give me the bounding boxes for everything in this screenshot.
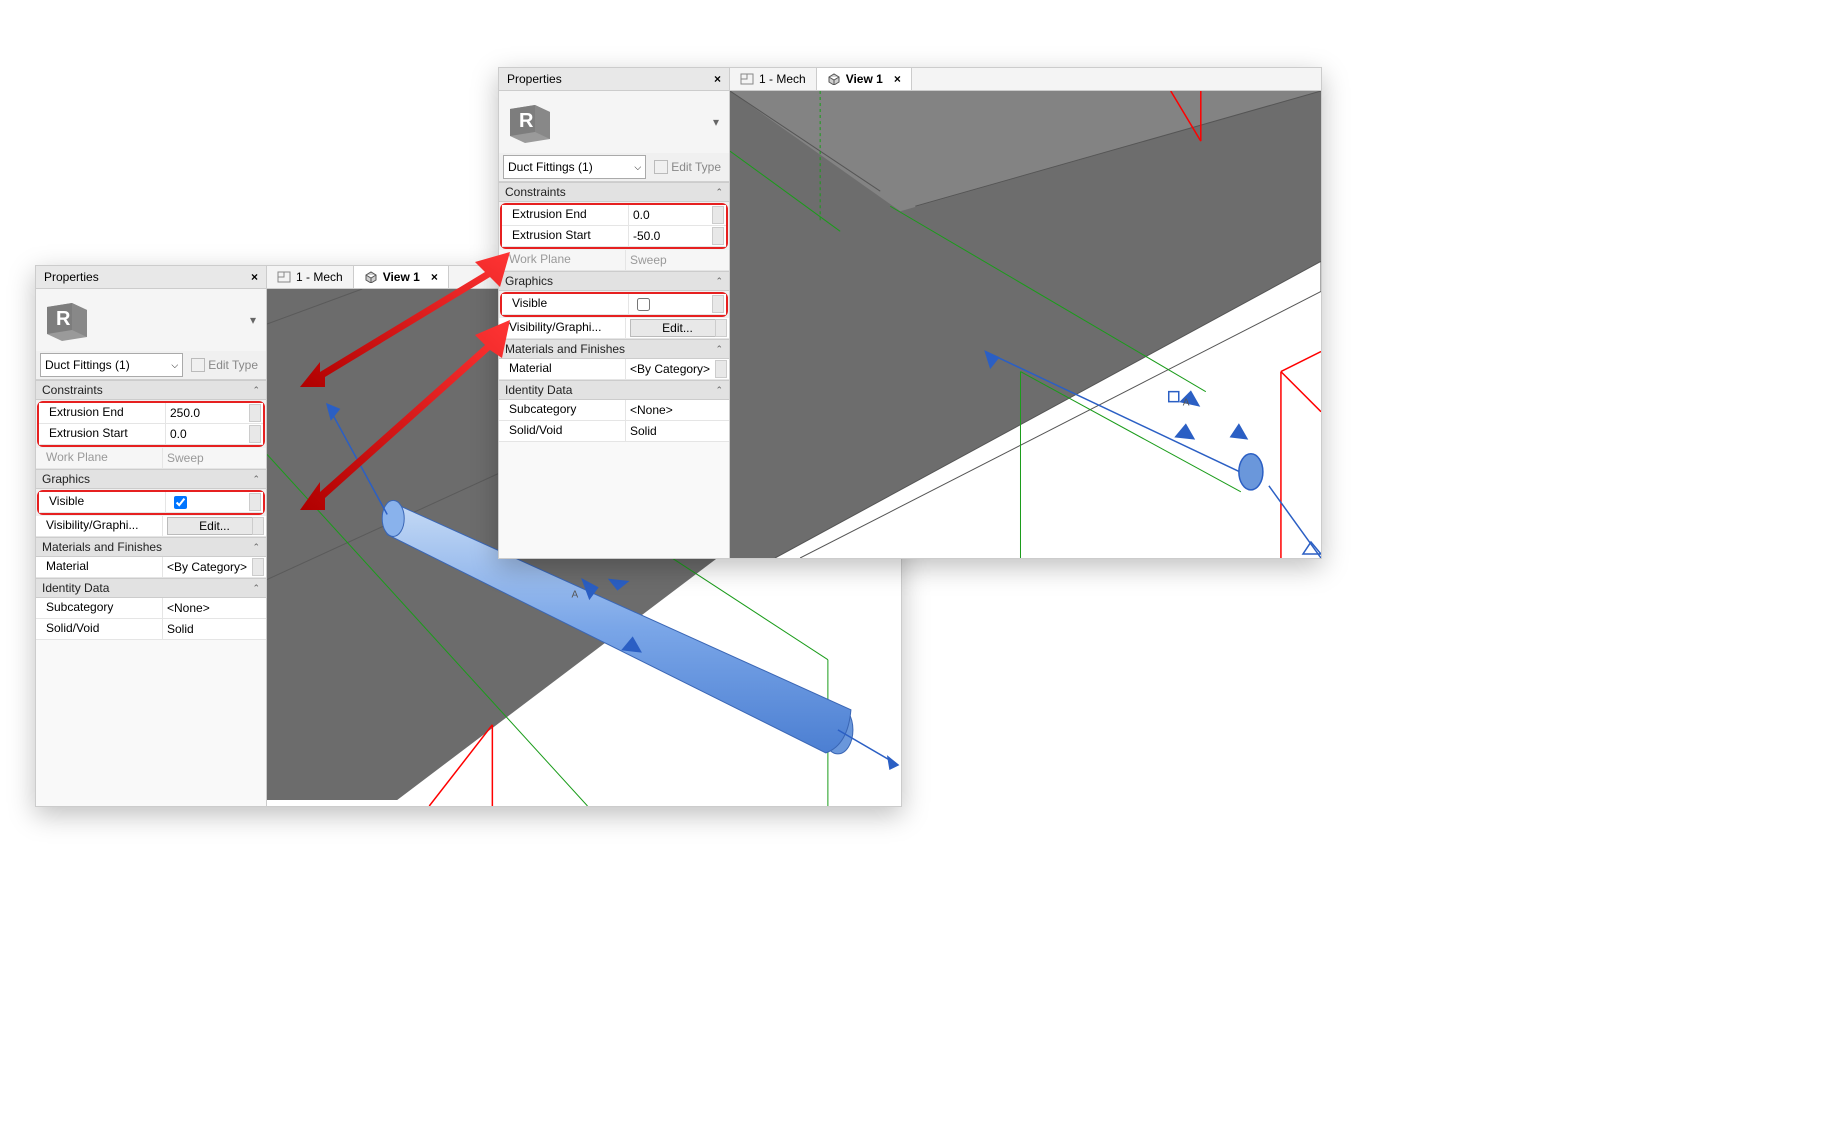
type-selector-label: Duct Fittings (1) (45, 358, 130, 372)
type-selector[interactable]: Duct Fittings (1) ⌵ (40, 353, 183, 377)
associate-button[interactable] (249, 404, 261, 422)
row-visibility-graphics: Visibility/Graphi... Edit... (499, 318, 729, 339)
row-extrusion-start: Extrusion Start (502, 226, 726, 247)
collapse-icon: ⌃ (715, 276, 723, 287)
edit-type-label: Edit Type (208, 358, 258, 372)
type-selector-row: Duct Fittings (1) ⌵ Edit Type (499, 153, 729, 182)
revit-logo-icon: R (505, 97, 555, 147)
annotation-arrow-bottom (300, 320, 510, 510)
checkbox-visible[interactable] (174, 496, 187, 509)
properties-title: Properties (44, 270, 99, 284)
collapse-icon: ⌃ (252, 474, 260, 485)
floorplan-icon (740, 73, 754, 85)
input-extrusion-start[interactable] (633, 229, 722, 243)
row-solid-void: Solid/Void Solid (36, 619, 266, 640)
revit-logo-icon: R (42, 295, 92, 345)
type-selector-label: Duct Fittings (1) (508, 160, 593, 174)
row-subcategory: Subcategory <None> (499, 400, 729, 421)
input-extrusion-start[interactable] (170, 427, 259, 441)
associate-button[interactable] (249, 493, 261, 511)
row-material: Material <By Category> (499, 359, 729, 380)
group-graphics[interactable]: Graphics ⌃ (36, 469, 266, 489)
associate-button[interactable] (715, 360, 727, 378)
close-icon[interactable]: × (714, 72, 721, 86)
tab-view1[interactable]: View 1 × (817, 68, 912, 90)
type-selector-row: Duct Fittings (1) ⌵ Edit Type (36, 351, 266, 380)
group-constraints[interactable]: Constraints ⌃ (499, 182, 729, 202)
edit-visibility-button[interactable]: Edit... (167, 517, 262, 535)
dropdown-icon[interactable]: ▾ (709, 111, 723, 133)
edit-type-icon (191, 358, 205, 372)
type-preview-row: R ▾ (499, 91, 729, 153)
input-extrusion-end[interactable] (170, 406, 259, 420)
close-icon[interactable]: × (251, 270, 258, 284)
highlight-extrusion-left: Extrusion End Extrusion Start (37, 401, 265, 447)
close-icon[interactable]: × (894, 72, 901, 86)
highlight-visible-right: Visible (500, 292, 728, 317)
chevron-down-icon: ⌵ (634, 162, 641, 173)
floorplan-icon (277, 271, 291, 283)
edit-type-button[interactable]: Edit Type (650, 160, 725, 174)
row-visible: Visible (502, 294, 726, 315)
group-identity[interactable]: Identity Data ⌃ (36, 578, 266, 598)
highlight-visible-left: Visible (37, 490, 265, 515)
collapse-icon: ⌃ (252, 385, 260, 396)
group-constraints[interactable]: Constraints ⌃ (36, 380, 266, 400)
properties-panel-left: Properties × R ▾ Duct Fittings (1) ⌵ (36, 266, 267, 806)
row-extrusion-end: Extrusion End (39, 403, 263, 424)
highlight-extrusion-right: Extrusion End Extrusion Start (500, 203, 728, 249)
dropdown-icon[interactable]: ▾ (246, 309, 260, 331)
associate-button[interactable] (715, 319, 727, 337)
svg-text:A: A (571, 590, 578, 601)
svg-text:A: A (1183, 398, 1190, 409)
row-extrusion-start: Extrusion Start (39, 424, 263, 445)
collapse-icon: ⌃ (715, 385, 723, 396)
viewport-area-right: 1 - Mech View 1 × (730, 68, 1321, 558)
svg-text:R: R (519, 110, 534, 132)
associate-button[interactable] (712, 227, 724, 245)
associate-button[interactable] (712, 295, 724, 313)
associate-button[interactable] (252, 558, 264, 576)
collapse-icon: ⌃ (252, 542, 260, 553)
collapse-icon: ⌃ (252, 583, 260, 594)
associate-button[interactable] (252, 517, 264, 535)
edit-type-button[interactable]: Edit Type (187, 358, 262, 372)
properties-header: Properties × (499, 68, 729, 91)
edit-type-icon (654, 160, 668, 174)
row-work-plane: Work Plane Sweep (499, 250, 729, 271)
svg-text:R: R (56, 308, 71, 330)
tab-mech[interactable]: 1 - Mech (730, 68, 817, 90)
row-visibility-graphics: Visibility/Graphi... Edit... (36, 516, 266, 537)
row-solid-void: Solid/Void Solid (499, 421, 729, 442)
collapse-icon: ⌃ (715, 187, 723, 198)
group-graphics[interactable]: Graphics ⌃ (499, 271, 729, 291)
associate-button[interactable] (249, 425, 261, 443)
properties-panel-right: Properties × R ▾ Duct Fittings (1) ⌵ (499, 68, 730, 558)
checkbox-visible[interactable] (637, 298, 650, 311)
collapse-icon: ⌃ (715, 344, 723, 355)
row-visible: Visible (39, 492, 263, 513)
window-right: Properties × R ▾ Duct Fittings (1) ⌵ (498, 67, 1322, 559)
input-extrusion-end[interactable] (633, 208, 722, 222)
group-materials[interactable]: Materials and Finishes ⌃ (499, 339, 729, 359)
cube-icon (827, 73, 841, 85)
row-material: Material <By Category> (36, 557, 266, 578)
type-selector[interactable]: Duct Fittings (1) ⌵ (503, 155, 646, 179)
group-materials[interactable]: Materials and Finishes ⌃ (36, 537, 266, 557)
group-identity[interactable]: Identity Data ⌃ (499, 380, 729, 400)
edit-type-label: Edit Type (671, 160, 721, 174)
viewport-right[interactable]: A (730, 91, 1321, 558)
chevron-down-icon: ⌵ (171, 360, 178, 371)
edit-visibility-button[interactable]: Edit... (630, 319, 725, 337)
properties-header: Properties × (36, 266, 266, 289)
tab-bar-right: 1 - Mech View 1 × (730, 68, 1321, 91)
associate-button[interactable] (712, 206, 724, 224)
row-work-plane: Work Plane Sweep (36, 448, 266, 469)
type-preview-row: R ▾ (36, 289, 266, 351)
row-extrusion-end: Extrusion End (502, 205, 726, 226)
properties-title: Properties (507, 72, 562, 86)
row-subcategory: Subcategory <None> (36, 598, 266, 619)
